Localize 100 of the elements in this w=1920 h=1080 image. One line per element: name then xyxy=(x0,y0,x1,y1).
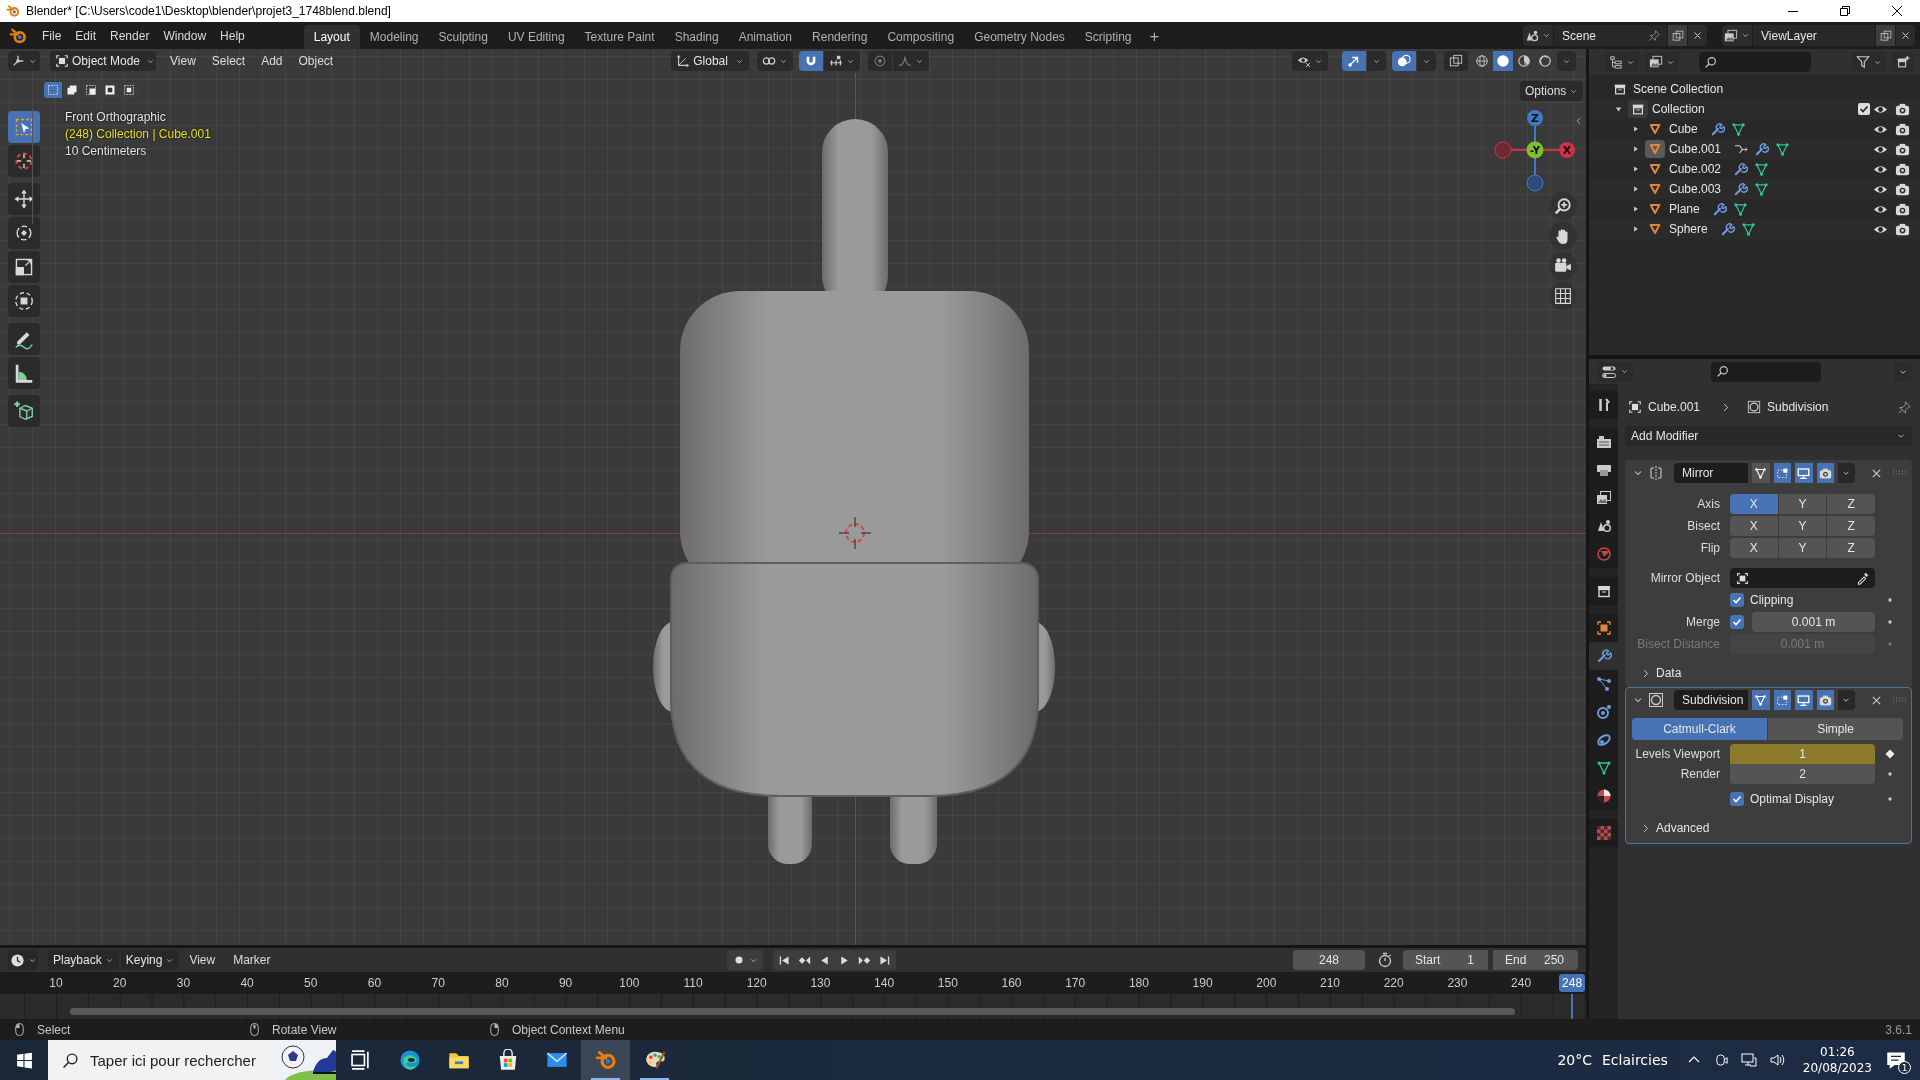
tree-item[interactable]: Collection xyxy=(1652,102,1705,116)
axis-toggle[interactable]: Z xyxy=(1827,516,1875,536)
breadcrumb-item[interactable]: Cube.001 xyxy=(1648,400,1701,414)
number-field[interactable]: 2 xyxy=(1730,764,1875,784)
start-frame-field[interactable]: Start 1 xyxy=(1403,950,1488,970)
current-frame-field[interactable]: 248 xyxy=(1293,950,1365,970)
add-modifier-dropdown[interactable]: Add Modifier xyxy=(1625,426,1912,446)
number-field[interactable]: 0.001 m xyxy=(1752,612,1875,632)
weather-label: Eclaircies xyxy=(1602,1052,1668,1068)
frame-number: 240 xyxy=(1511,976,1532,990)
workspace-tab[interactable]: Animation xyxy=(728,25,803,49)
method-tab[interactable]: Simple xyxy=(1768,718,1903,740)
end-frame-field[interactable]: End 250 xyxy=(1493,950,1578,970)
field-label: Axis xyxy=(1696,497,1721,511)
window-title: Blender* [C:\Users\code1\Desktop\blender\projet3_1748blend.blend] xyxy=(26,4,391,18)
menu-item[interactable]: View xyxy=(162,51,204,71)
scene-field[interactable]: Scene xyxy=(1554,25,1667,46)
menu-item[interactable]: Render xyxy=(103,24,157,47)
search-box[interactable]: Taper ici pour rechercher xyxy=(48,1040,336,1080)
workspace-tab[interactable]: Compositing xyxy=(877,25,965,49)
notification-count: 1 xyxy=(1898,1061,1911,1074)
frame-number: 100 xyxy=(619,976,640,990)
modifier-name-field[interactable]: Mirror xyxy=(1674,463,1749,483)
axis-toggle[interactable]: Y xyxy=(1778,538,1827,558)
frame-number: 50 xyxy=(304,976,318,990)
frame-number: 230 xyxy=(1447,976,1468,990)
axis-toggle[interactable]: Z xyxy=(1827,494,1875,514)
field-label: Render xyxy=(1679,767,1721,781)
workspace-tab[interactable]: Layout xyxy=(303,25,360,49)
tree-item[interactable]: Plane xyxy=(1669,202,1700,216)
grid-scale-label: 10 Centimeters xyxy=(65,144,148,158)
mode-dropdown[interactable]: Object Mode xyxy=(50,51,156,71)
field-label: Levels Viewport xyxy=(1634,747,1721,761)
frame-number: 130 xyxy=(810,976,831,990)
workspace-tab[interactable]: Shading xyxy=(664,25,729,49)
orientation-dropdown[interactable]: Global xyxy=(671,51,750,71)
menu-dropdown[interactable]: Keying xyxy=(120,950,180,970)
tree-item[interactable]: Cube xyxy=(1669,122,1698,136)
method-tab[interactable]: Catmull-Clark xyxy=(1632,718,1767,740)
add-workspace-button[interactable]: + xyxy=(1141,25,1168,49)
axis-toggle[interactable]: Y xyxy=(1778,494,1827,514)
menu-item[interactable]: Help xyxy=(213,24,252,47)
frame-number: 140 xyxy=(874,976,895,990)
axis-toggle[interactable]: Z xyxy=(1827,538,1875,558)
axis-toggle[interactable]: X xyxy=(1730,494,1778,514)
frame-number: 200 xyxy=(1256,976,1277,990)
frame-number: 60 xyxy=(367,976,382,990)
menu-item[interactable]: Add xyxy=(253,51,291,71)
axis-handle[interactable]: -Y xyxy=(1526,141,1544,159)
breadcrumb-item[interactable]: Subdivision xyxy=(1767,400,1829,414)
menu-item[interactable]: Edit xyxy=(68,24,104,47)
frame-number: 190 xyxy=(1192,976,1213,990)
menu-item[interactable]: Select xyxy=(203,51,254,71)
temperature-label: 20°C xyxy=(1557,1052,1592,1068)
frame-number: 40 xyxy=(240,976,254,990)
workspace-tab[interactable]: Texture Paint xyxy=(574,25,665,49)
workspace-tab[interactable]: Geometry Nodes xyxy=(964,25,1075,49)
subpanel-header[interactable]: Advanced xyxy=(1656,821,1710,835)
search-field[interactable]: Taper ici pour rechercher xyxy=(90,1048,262,1072)
workspace-tab[interactable]: Modeling xyxy=(359,25,429,49)
frame-number: 70 xyxy=(431,976,445,990)
menu-item[interactable]: View xyxy=(181,950,224,970)
frame-number: 10 xyxy=(49,976,63,990)
axis-toggle[interactable]: Y xyxy=(1778,516,1827,536)
tree-item[interactable]: Sphere xyxy=(1669,222,1708,236)
frame-number: 110 xyxy=(683,976,703,990)
field-label: Merge xyxy=(1685,615,1721,629)
axis-handle[interactable]: X xyxy=(1559,142,1575,158)
menu-dropdown[interactable]: Playback xyxy=(48,950,119,970)
options-dropdown[interactable]: Options xyxy=(1520,81,1584,101)
status-hint: Rotate View xyxy=(272,1022,338,1037)
frame-number: 170 xyxy=(1065,976,1086,990)
view-name: Front Orthographic xyxy=(65,110,167,124)
menu-item[interactable]: Marker xyxy=(225,950,279,970)
field-label: Flip xyxy=(1699,541,1721,555)
menu-item[interactable]: File xyxy=(35,24,69,47)
axis-toggle[interactable]: X xyxy=(1730,516,1778,536)
status-hint: Object Context Menu xyxy=(512,1022,625,1037)
tree-item[interactable]: Cube.003 xyxy=(1669,182,1722,196)
menu-item[interactable]: Window xyxy=(156,24,214,47)
tree-item[interactable]: Scene Collection xyxy=(1633,82,1724,96)
playhead[interactable]: 248 xyxy=(1559,974,1586,992)
workspace-tab[interactable]: UV Editing xyxy=(497,25,575,49)
frame-number: 80 xyxy=(495,976,509,990)
view-layer-field[interactable]: ViewLayer xyxy=(1753,25,1875,46)
workspace-tab[interactable]: Sculpting xyxy=(428,25,498,49)
axis-toggle[interactable]: X xyxy=(1730,538,1778,558)
field-label: Mirror Object xyxy=(1649,571,1721,585)
workspace-tab[interactable]: Scripting xyxy=(1074,25,1142,49)
modifier-name-field[interactable]: Subdivision xyxy=(1674,690,1749,710)
active-object-label: (248) Collection | Cube.001 xyxy=(65,127,211,141)
clock[interactable]: 01:26 20/08/2023 xyxy=(1802,1044,1872,1076)
tree-item[interactable]: Cube.001 xyxy=(1669,142,1722,156)
axis-handle[interactable]: Z xyxy=(1527,110,1543,126)
frame-number: 90 xyxy=(558,976,573,990)
tree-item[interactable]: Cube.002 xyxy=(1669,162,1722,176)
frame-number: 180 xyxy=(1128,976,1149,990)
subpanel-header[interactable]: Data xyxy=(1656,666,1682,680)
workspace-tab[interactable]: Rendering xyxy=(802,25,878,49)
menu-item[interactable]: Object xyxy=(290,51,342,71)
